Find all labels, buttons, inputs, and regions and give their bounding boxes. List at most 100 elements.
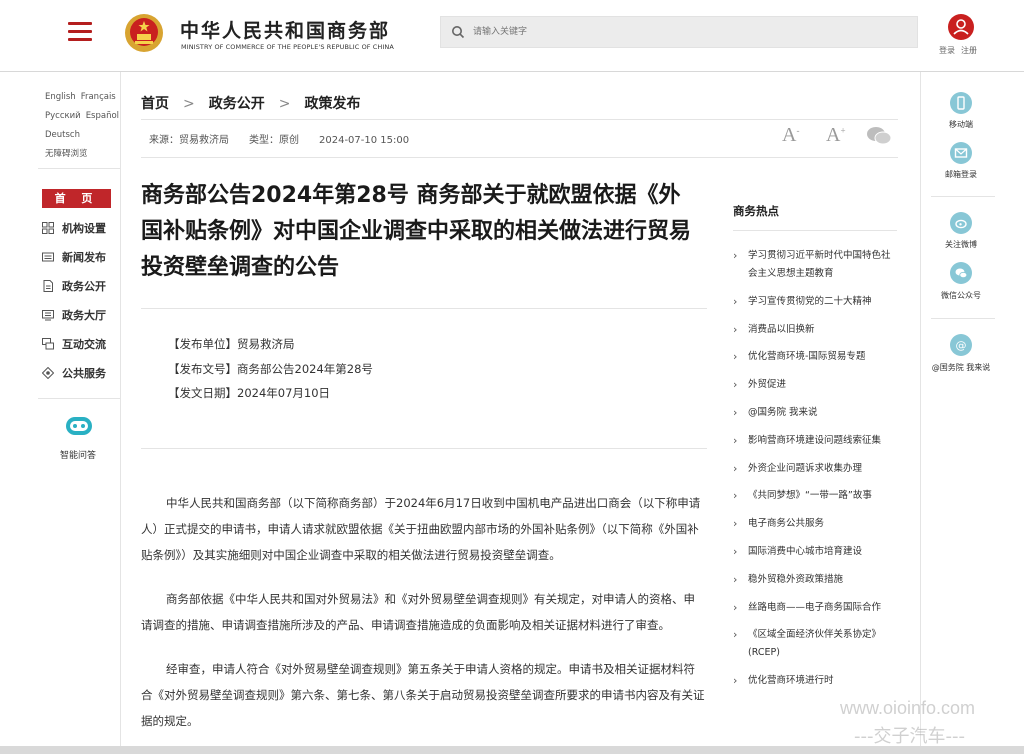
divider [141, 448, 707, 449]
register-link[interactable]: 注册 [961, 46, 977, 55]
divider [931, 318, 995, 319]
user-avatar-icon[interactable] [948, 14, 974, 40]
lang-french[interactable]: Français [81, 92, 116, 102]
state-council-label[interactable]: @国务院 我来说 [921, 362, 1001, 373]
lang-german[interactable]: Deutsch [45, 130, 80, 140]
article-body: 中华人民共和国商务部（以下简称商务部）于2024年6月17日收到中国机电产品进出… [141, 490, 706, 752]
hot-topic-item[interactable]: 学习宣传贯彻党的二十大精神 [733, 293, 898, 311]
nav-label: 公共服务 [62, 367, 106, 380]
lang-russian[interactable]: Русский [45, 111, 81, 121]
breadcrumb-policy[interactable]: 政策发布 [304, 96, 360, 112]
divider [141, 119, 898, 120]
language-links: English Français Русский Español Deutsch 无… [45, 88, 124, 164]
horizontal-scrollbar[interactable] [0, 746, 1024, 754]
lang-spanish[interactable]: Español [86, 111, 119, 121]
weibo-label[interactable]: 关注微博 [921, 239, 1001, 250]
mail-login-label[interactable]: 邮箱登录 [921, 169, 1001, 180]
info-doc-number: 【发布文号】商务部公告2024年第28号 [168, 361, 373, 376]
login-link[interactable]: 登录 [939, 46, 955, 55]
font-increase-icon[interactable]: A+ [826, 124, 846, 147]
search-icon[interactable] [451, 25, 465, 39]
hall-icon [42, 310, 54, 321]
hot-topic-item[interactable]: 外资企业问题诉求收集办理 [733, 460, 898, 478]
breadcrumb-gov-open[interactable]: 政务公开 [209, 96, 265, 112]
svg-text:@: @ [956, 339, 967, 352]
org-icon [42, 222, 54, 234]
user-links: 登录 注册 [939, 45, 983, 56]
news-icon [42, 252, 54, 262]
robot-icon[interactable] [64, 414, 94, 440]
wechat-icon[interactable] [950, 262, 972, 284]
nav-label: 机构设置 [62, 222, 106, 235]
menu-icon[interactable] [68, 22, 92, 42]
watermark-url: www.oioinfo.com [840, 698, 976, 718]
divider [141, 308, 707, 309]
breadcrumb-home[interactable]: 首页 [141, 96, 169, 112]
hot-topic-item[interactable]: 学习贯彻习近平新时代中国特色社会主义思想主题教育 [733, 247, 898, 283]
mobile-icon[interactable] [950, 92, 972, 114]
accessibility-link[interactable]: 无障碍浏览 [45, 149, 88, 159]
nav-item-gov-open[interactable]: 政务公开 [42, 278, 120, 298]
qa-label[interactable]: 智能问答 [60, 448, 96, 461]
hot-topic-item[interactable]: @国务院 我来说 [733, 404, 898, 422]
hot-topic-item[interactable]: 国际消费中心城市培育建设 [733, 543, 898, 561]
chat-icon [42, 338, 54, 350]
breadcrumb: 首页 > 政务公开 > 政策发布 [141, 93, 360, 113]
hot-topics-list: 学习贯彻习近平新时代中国特色社会主义思想主题教育 学习宣传贯彻党的二十大精神 消… [733, 247, 898, 700]
meta-type: 类型：原创 [249, 135, 299, 146]
divider [38, 398, 121, 399]
mobile-label[interactable]: 移动端 [921, 119, 1001, 130]
site-subtitle: MINISTRY OF COMMERCE OF THE PEOPLE'S REP… [181, 43, 394, 51]
hot-topic-item[interactable]: 《共同梦想》“一带一路”故事 [733, 487, 898, 505]
hot-topic-item[interactable]: 影响营商环境建设问题线索征集 [733, 432, 898, 450]
wechat-share-icon[interactable] [866, 126, 892, 146]
nav-label: 互动交流 [62, 338, 106, 351]
info-date: 【发文日期】2024年07月10日 [168, 386, 331, 400]
nav-label: 政务大厅 [62, 309, 106, 322]
wechat-label[interactable]: 微信公众号 [921, 290, 1001, 301]
lang-english[interactable]: English [45, 92, 76, 102]
national-emblem-icon[interactable] [124, 12, 164, 54]
nav-label: 政务公开 [62, 280, 106, 293]
info-publisher: 【发布单位】贸易救济局 [168, 337, 295, 351]
paragraph: 商务部依据《中华人民共和国对外贸易法》和《对外贸易壁垒调查规则》有关规定，对申请… [141, 592, 695, 632]
divider [733, 230, 897, 231]
paragraph: 经审查，申请人符合《对外贸易壁垒调查规则》第五条关于申请人资格的规定。申请书及相… [141, 662, 705, 728]
divider [38, 168, 121, 169]
meta-datetime: 2024-07-10 15:00 [319, 135, 410, 146]
mail-icon[interactable] [950, 142, 972, 164]
hot-topic-item[interactable]: 稳外贸稳外资政策措施 [733, 571, 898, 589]
font-decrease-icon[interactable]: A- [782, 124, 799, 147]
hot-topics-title: 商务热点 [733, 204, 779, 218]
search-bar [440, 16, 918, 48]
nav-item-public-service[interactable]: 公共服务 [41, 365, 120, 385]
nav-item-news[interactable]: 新闻发布 [42, 249, 120, 269]
right-sidebar: 移动端 邮箱登录 关注微博 微信公众号 @ @国务院 我来说 [920, 72, 1000, 754]
nav-item-org[interactable]: 机构设置 [42, 220, 120, 240]
search-input[interactable] [473, 17, 903, 47]
service-icon [41, 366, 55, 380]
hot-topic-item[interactable]: 电子商务公共服务 [733, 515, 898, 533]
nav-item-gov-hall[interactable]: 政务大厅 [42, 307, 120, 327]
nav-label: 新闻发布 [62, 251, 106, 264]
article-info: 【发布单位】贸易救济局 【发布文号】商务部公告2024年第28号 【发文日期】2… [168, 332, 373, 406]
watermark-text: ---交子汽车--- [854, 726, 965, 747]
weibo-icon[interactable] [950, 212, 972, 234]
at-icon[interactable]: @ [950, 334, 972, 356]
nav-home-button[interactable]: 首 页 [42, 189, 111, 208]
meta-source: 来源：贸易救济局 [149, 135, 229, 146]
chevron-right-icon: > [183, 96, 195, 112]
nav-item-interaction[interactable]: 互动交流 [42, 336, 120, 356]
hot-topic-item[interactable]: 外贸促进 [733, 376, 898, 394]
top-header: 中华人民共和国商务部 MINISTRY OF COMMERCE OF THE P… [0, 0, 1024, 72]
document-icon [43, 280, 53, 292]
hot-topic-item[interactable]: 优化营商环境-国际贸易专题 [733, 348, 898, 366]
site-title[interactable]: 中华人民共和国商务部 [180, 16, 390, 43]
hot-topic-item[interactable]: 消费品以旧换新 [733, 321, 898, 339]
paragraph: 中华人民共和国商务部（以下简称商务部）于2024年6月17日收到中国机电产品进出… [141, 496, 701, 562]
hot-topic-item[interactable]: 丝路电商——电子商务国际合作 [733, 599, 898, 617]
hot-topic-item[interactable]: 《区域全面经济伙伴关系协定》(RCEP) [733, 626, 898, 662]
divider [141, 157, 898, 158]
divider [931, 196, 995, 197]
hot-topic-item[interactable]: 优化营商环境进行时 [733, 672, 898, 690]
